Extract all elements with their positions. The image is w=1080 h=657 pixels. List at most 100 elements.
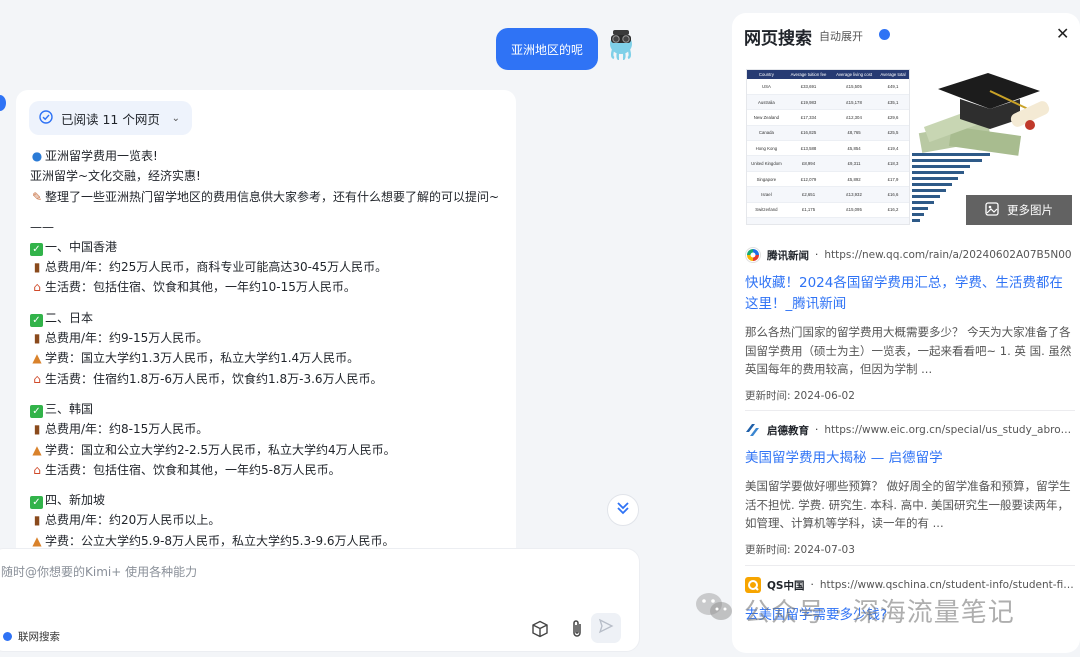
double-chevron-down-icon [615, 500, 631, 520]
result-site-name: 腾讯新闻 [767, 249, 809, 262]
table-row: USA £33,691 £15,505 £49,1 [747, 79, 909, 95]
web-search-indicator-icon [3, 632, 12, 641]
user-avatar[interactable] [605, 26, 637, 61]
house-icon: ⌂ [33, 462, 41, 477]
section-line: ▮ 总费用/年：约20万人民币以上。 [30, 510, 514, 530]
more-images-label: 更多图片 [1007, 203, 1053, 217]
image-strip[interactable]: Country Average tuition fee Average livi… [746, 69, 1072, 225]
table-cell: £9,311 [831, 155, 877, 172]
send-button[interactable] [591, 613, 621, 643]
table-cell: £16,6 [876, 186, 909, 203]
section-heading: ✓ 四、新加坡 [30, 490, 514, 510]
user-message-text: 亚洲地区的呢 [510, 42, 583, 57]
table-header: Country [747, 70, 786, 79]
result-snippet: 美国留学要做好哪些预算？ 做好周全的留学准备和预算，留学生活不担忧. 学费. 研… [745, 479, 1071, 530]
table-cell: £17,9 [876, 171, 909, 188]
search-result[interactable]: 腾讯新闻 · https://new.qq.com/rain/a/2024060… [745, 247, 1075, 403]
table-row: Australia £19,983 £15,178 £35,1 [747, 94, 909, 111]
section-line: ▮ 总费用/年：约8-15万人民币。 [30, 419, 514, 439]
check-mark-icon: ✓ [30, 313, 43, 327]
send-icon [598, 618, 614, 638]
tuition-table-image[interactable]: Country Average tuition fee Average livi… [746, 69, 910, 225]
answer-body: ● 亚洲留学费用一览表! 亚洲留学~文化交融，经济实惠! ✎ 整理了一些亚洲热门留学… [30, 146, 514, 551]
table-cell: £29,6 [876, 109, 909, 126]
table-cell: £19,4 [876, 140, 909, 157]
result-title-link[interactable]: 美国留学费用大揭秘 — 启德留学 [745, 448, 1075, 469]
auto-expand-toggle[interactable] [865, 27, 891, 42]
section-heading: ✓ 二、日本 [30, 308, 514, 328]
table-header: Average total [876, 70, 909, 79]
read-pages-label: 已阅读 11 个网页 [61, 111, 160, 127]
assistant-avatar [0, 95, 6, 111]
table-row: United Kingdom £8,994 £9,311 £18,3 [747, 155, 909, 172]
result-url[interactable]: https://new.qq.com/rain/a/20240602A07B5N… [824, 249, 1071, 261]
assistant-answer-card: 已阅读 11 个网页 ⌄ ● 亚洲留学费用一览表! 亚洲留学~文化交融，经济实惠!… [16, 90, 516, 560]
check-mark-icon: ✓ [30, 242, 43, 256]
result-title-link[interactable]: 快收藏！2024各国留学费用汇总，学费、生活费都在这里！_腾讯新闻 [745, 273, 1075, 315]
scroll-to-bottom-button[interactable] [607, 494, 639, 526]
table-cell: £8,765 [831, 125, 877, 142]
check-circle-icon [39, 109, 53, 127]
wechat-logo-icon [694, 590, 734, 631]
table-cell: £35,1 [876, 94, 909, 111]
table-header: Average living cost [831, 70, 877, 79]
table-cell: £25,5 [876, 125, 909, 142]
table-cell: Switzerland [747, 202, 786, 219]
table-cell: £13,5 [876, 217, 909, 224]
divider [745, 565, 1075, 566]
table-cell: £5,854 [831, 140, 877, 157]
table-cell: £2,651 [785, 186, 832, 203]
web-search-toggle[interactable]: 联网搜索 [3, 629, 60, 644]
chat-input-placeholder[interactable]: 随时@你想要的Kimi+ 使用各种能力 [1, 563, 197, 580]
table-cell: £33,691 [785, 79, 832, 95]
web-search-label: 联网搜索 [18, 631, 60, 643]
table-cell: £5,723 [785, 217, 832, 224]
table-row: New Zealand £17,334 £12,304 £29,6 [747, 109, 909, 126]
watermark-text: 公众号 · 深海流量笔记 [744, 598, 1015, 628]
table-row: Switzerland £1,175 £15,095 £16,2 [747, 202, 909, 219]
table-header: Average tuition fee [785, 70, 832, 79]
result-source: 启德教育 · https://www.eic.org.cn/special/us… [745, 422, 1075, 438]
section-line: ▲ 学费：国立大学约1.3万人民币，私立大学约1.4万人民币。 [30, 348, 514, 368]
table-cell: £49,1 [876, 79, 909, 95]
section-heading: ✓ 三、韩国 [30, 399, 514, 419]
table-cell: United Kingdom [747, 155, 786, 172]
divider [745, 410, 1075, 411]
result-url[interactable]: https://www.eic.org.cn/special/us_study_… [824, 424, 1075, 436]
answer-intro-note: ✎ 整理了一些亚洲热门留学地区的费用信息供大家参考，还有什么想要了解的可以提问~ [30, 187, 514, 207]
house-icon: ⌂ [33, 371, 41, 386]
read-pages-toggle[interactable]: 已阅读 11 个网页 ⌄ [29, 101, 192, 135]
table-cell: £5,892 [831, 171, 877, 188]
table-cell: USA [747, 79, 786, 95]
result-snippet: 那么各热门国家的留学费用大概需要多少？ 今天为大家准备了各国留学费用（硕士为主）… [745, 325, 1072, 376]
close-icon[interactable]: ✕ [1056, 24, 1069, 43]
cube-icon[interactable] [526, 615, 554, 643]
search-result[interactable]: 启德教育 · https://www.eic.org.cn/special/us… [745, 422, 1075, 557]
table-cell: Israel [747, 186, 786, 203]
web-search-panel: 网页搜索 自动展开 ✕ Country Average tuition fee … [732, 13, 1080, 653]
table-cell: £8,994 [785, 155, 832, 172]
briefcase-icon: ▮ [33, 422, 41, 437]
table-cell: £15,095 [831, 202, 877, 219]
section-line: ▲ 学费：国立和公立大学约2-2.5万人民币，私立大学约4万人民币。 [30, 440, 514, 460]
chat-input-box[interactable]: 随时@你想要的Kimi+ 使用各种能力 联网搜索 [0, 548, 640, 652]
section-line: ▮ 总费用/年：约25万人民币，商科专业可能高达30-45万人民币。 [30, 257, 514, 277]
graduation-cap-icon: ▲ [32, 351, 42, 366]
section-line: ▮ 总费用/年：约9-15万人民币。 [30, 328, 514, 348]
table-row: Hong Kong £13,588 £5,854 £19,4 [747, 140, 909, 157]
globe-icon: ● [31, 149, 43, 163]
table-cell: £17,334 [785, 109, 832, 126]
more-images-button[interactable]: 更多图片 [966, 195, 1072, 225]
table-cell: Canada [747, 125, 786, 142]
paperclip-icon[interactable] [563, 615, 591, 643]
table-row: Israel £2,651 £13,932 £16,6 [747, 186, 909, 203]
watermark: 公众号 · 深海流量笔记 [694, 590, 1015, 631]
table-cell: Singapore [747, 171, 786, 188]
section-line: ⌂ 生活费：包括住宿、饮食和其他，一年约5-8万人民币。 [30, 460, 514, 480]
tencent-news-logo-icon [745, 247, 761, 263]
house-icon: ⌂ [33, 280, 41, 295]
table-cell: £13,932 [831, 186, 877, 203]
eic-logo-icon [745, 422, 761, 438]
result-date: 更新时间: 2024-06-02 [745, 390, 855, 402]
table-cell: £15,178 [831, 94, 877, 111]
